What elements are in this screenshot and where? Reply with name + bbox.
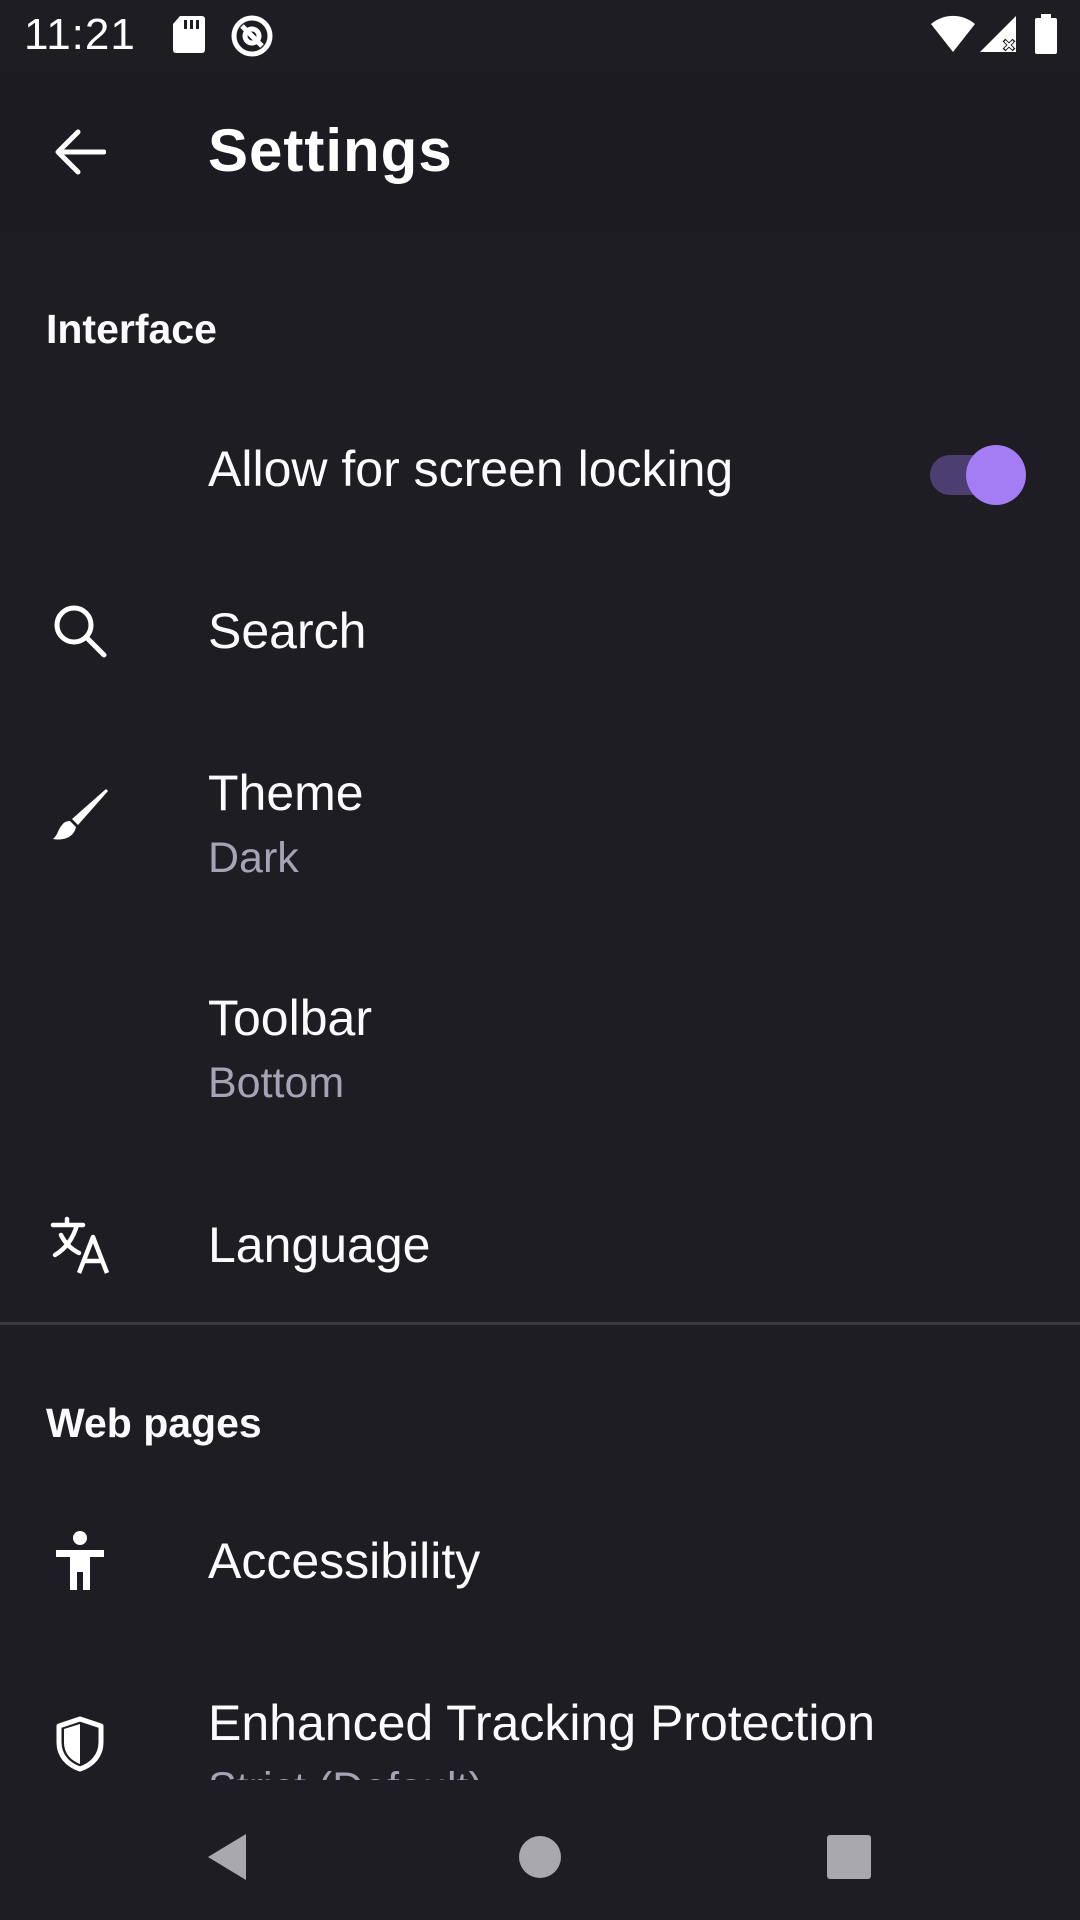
setting-title: Allow for screen locking: [208, 441, 734, 497]
battery-icon: [1034, 14, 1058, 59]
setting-tracking-protection[interactable]: Enhanced Tracking Protection Strict (Def…: [0, 1670, 1080, 1780]
setting-theme[interactable]: Theme Dark: [0, 740, 1080, 890]
back-button[interactable]: [40, 112, 120, 192]
setting-title: Toolbar: [208, 990, 372, 1046]
arrow-left-icon: [55, 129, 106, 175]
screen-locking-toggle[interactable]: [930, 445, 1026, 505]
translate-icon: [40, 1205, 120, 1285]
at-sign-icon: [230, 14, 274, 63]
nav-back-button[interactable]: [192, 1822, 262, 1892]
section-header-interface: Interface: [46, 306, 217, 352]
status-bar: 11:21: [0, 0, 1080, 72]
setting-subtitle: Strict (Default): [208, 1764, 483, 1780]
setting-title: Search: [208, 603, 367, 659]
recents-square-icon: [827, 1835, 871, 1879]
nav-recents-button[interactable]: [814, 1822, 884, 1892]
setting-title: Theme: [208, 765, 364, 821]
nav-home-button[interactable]: [505, 1822, 575, 1892]
page-title: Settings: [208, 117, 453, 184]
setting-title: Language: [208, 1217, 431, 1273]
search-icon: [40, 591, 120, 671]
signal-icon: [978, 14, 1018, 59]
setting-search[interactable]: Search: [0, 576, 1080, 686]
status-time: 11:21: [24, 10, 136, 59]
setting-subtitle: Dark: [208, 834, 299, 882]
setting-toolbar[interactable]: Toolbar Bottom: [0, 965, 1080, 1115]
app-bar: Settings: [0, 72, 1080, 232]
setting-subtitle: Bottom: [208, 1059, 345, 1107]
setting-language[interactable]: Language: [0, 1190, 1080, 1300]
home-circle-icon: [519, 1836, 561, 1878]
setting-title: Accessibility: [208, 1533, 481, 1589]
wifi-icon: [930, 14, 976, 59]
brush-icon: [40, 775, 120, 855]
accessibility-icon: [40, 1521, 120, 1601]
section-divider: [0, 1322, 1080, 1325]
navigation-bar: [0, 1780, 1080, 1920]
setting-screen-locking[interactable]: Allow for screen locking: [0, 414, 1080, 522]
back-triangle-icon: [208, 1834, 246, 1880]
toggle-thumb: [966, 445, 1026, 505]
sd-card-icon: [172, 14, 206, 59]
shield-icon: [40, 1704, 120, 1780]
setting-accessibility[interactable]: Accessibility: [0, 1506, 1080, 1616]
setting-title: Enhanced Tracking Protection: [208, 1695, 876, 1751]
settings-screen: 11:21 Settings Interface Allow for scree…: [0, 0, 1080, 1920]
section-header-web-pages: Web pages: [46, 1400, 262, 1446]
